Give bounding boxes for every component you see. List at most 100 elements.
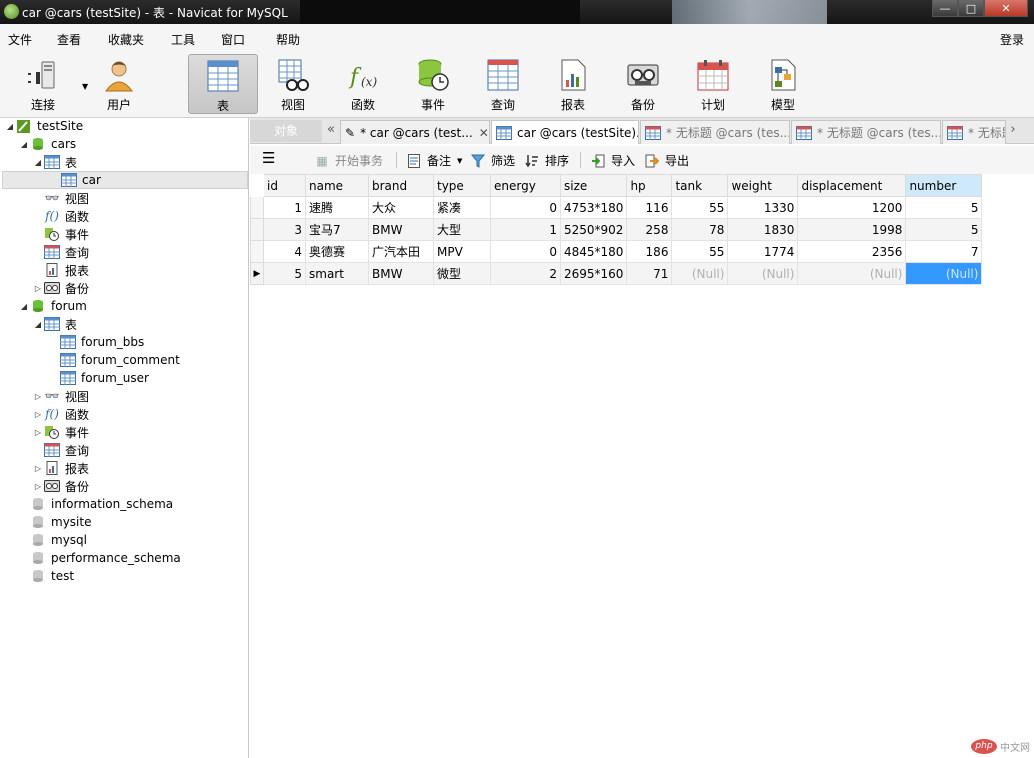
tree-cars-queries[interactable]: 查询: [44, 243, 89, 261]
column-header-size[interactable]: size: [559, 174, 628, 197]
minimize-button[interactable]: —: [932, 0, 958, 17]
tab-scroll-right-icon[interactable]: ›: [1006, 122, 1020, 140]
user-button[interactable]: 用户: [84, 54, 154, 114]
cell-tank[interactable]: 55: [671, 240, 729, 263]
import-button[interactable]: 导入: [590, 152, 635, 169]
tree-cars-views[interactable]: 👓 视图: [44, 189, 90, 207]
tree-cars-functions[interactable]: f() 函数: [44, 207, 89, 225]
cell-energy[interactable]: 2: [490, 262, 561, 285]
column-header-tank[interactable]: tank: [671, 174, 729, 197]
cell-displacement[interactable]: (Null): [797, 262, 907, 285]
cell-name[interactable]: 宝马7: [305, 218, 369, 241]
row-selector[interactable]: [250, 240, 264, 263]
schedule-button[interactable]: 计划: [678, 54, 748, 114]
tree-cars-backups[interactable]: ▷ 备份: [32, 279, 89, 297]
table-row[interactable]: ▶ 5 smart BMW 微型 2 2695*160 71 (Null) (N…: [250, 262, 983, 285]
column-header-hp[interactable]: hp: [626, 174, 673, 197]
expand-arrow-icon[interactable]: ◢: [32, 158, 44, 167]
cell-displacement[interactable]: 1998: [797, 218, 907, 241]
cell-size[interactable]: 2695*160: [559, 262, 628, 285]
column-header-brand[interactable]: brand: [368, 174, 434, 197]
column-header-type[interactable]: type: [433, 174, 491, 197]
tree-table-car[interactable]: car: [2, 171, 248, 189]
report-button[interactable]: 报表: [538, 54, 608, 114]
tab-untitled-query-2[interactable]: * 无标题 @cars (tes...: [791, 120, 941, 144]
tab-car-design[interactable]: ✎ * car @cars (test... ✕: [340, 120, 490, 144]
menu-view[interactable]: 查看: [57, 31, 81, 48]
maximize-button[interactable]: □: [958, 0, 984, 17]
tab-untitled-query-1[interactable]: * 无标题 @cars (tes...: [640, 120, 790, 144]
cell-tank[interactable]: (Null): [671, 262, 729, 285]
view-button[interactable]: 视图: [258, 54, 328, 114]
expand-arrow-icon[interactable]: ◢: [18, 302, 30, 311]
cell-size[interactable]: 4753*180: [559, 196, 628, 219]
tree-cars-tables[interactable]: ◢ 表: [32, 153, 77, 171]
query-button[interactable]: 查询: [468, 54, 538, 114]
cell-number-selected[interactable]: (Null): [905, 262, 983, 285]
cell-type[interactable]: 紧凑: [433, 196, 491, 219]
close-icon[interactable]: ✕: [479, 126, 489, 140]
menu-icon[interactable]: ☰: [262, 149, 275, 167]
column-header-name[interactable]: name: [305, 174, 369, 197]
table-row[interactable]: 1 速腾 大众 紧凑 0 4753*180 116 55 1330 1200 5: [250, 196, 983, 219]
cell-type[interactable]: 大型: [433, 218, 491, 241]
expand-arrow-icon[interactable]: ◢: [4, 122, 16, 131]
connection-button[interactable]: 连接 ▼: [8, 54, 88, 114]
cell-brand[interactable]: 广汽本田: [368, 240, 434, 263]
cell-size[interactable]: 4845*180: [559, 240, 628, 263]
cell-type[interactable]: MPV: [433, 240, 491, 263]
cell-weight[interactable]: (Null): [727, 262, 799, 285]
tab-car-data[interactable]: car @cars (testSite)...: [491, 120, 639, 144]
model-button[interactable]: 模型: [748, 54, 818, 114]
function-button[interactable]: f (x) 函数: [328, 54, 398, 114]
cell-number[interactable]: 5: [905, 196, 983, 219]
tree-connection-testsite[interactable]: ◢ testSite: [4, 117, 83, 135]
expand-arrow-icon[interactable]: ▷: [32, 482, 44, 491]
tab-untitled-query-3[interactable]: * 无标题: [942, 120, 1006, 144]
cell-id[interactable]: 1: [263, 196, 306, 219]
cell-displacement[interactable]: 1200: [797, 196, 907, 219]
cell-name[interactable]: 奥德赛: [305, 240, 369, 263]
tree-db-forum[interactable]: ◢ forum: [18, 297, 87, 315]
cell-name[interactable]: smart: [305, 262, 369, 285]
cell-hp[interactable]: 71: [626, 262, 673, 285]
menu-help[interactable]: 帮助: [276, 31, 300, 48]
table-row[interactable]: 4 奥德赛 广汽本田 MPV 0 4845*180 186 55 1774 23…: [250, 240, 983, 263]
cell-type[interactable]: 微型: [433, 262, 491, 285]
column-header-weight[interactable]: weight: [727, 174, 799, 197]
cell-number[interactable]: 7: [905, 240, 983, 263]
table-row[interactable]: 3 宝马7 BMW 大型 1 5250*902 258 78 1830 1998…: [250, 218, 983, 241]
chevron-down-icon[interactable]: ▼: [457, 157, 462, 165]
cell-energy[interactable]: 1: [490, 218, 561, 241]
cell-id[interactable]: 3: [263, 218, 306, 241]
tree-forum-events[interactable]: ▷ 事件: [32, 423, 89, 441]
cell-hp[interactable]: 116: [626, 196, 673, 219]
tab-objects[interactable]: 对象: [250, 120, 322, 142]
cell-energy[interactable]: 0: [490, 196, 561, 219]
tree-db-information-schema[interactable]: information_schema: [30, 495, 173, 513]
cell-tank[interactable]: 55: [671, 196, 729, 219]
cell-hp[interactable]: 186: [626, 240, 673, 263]
row-selector[interactable]: [250, 196, 264, 219]
tab-scroll-left-icon[interactable]: «: [324, 122, 338, 140]
backup-button[interactable]: 备份: [608, 54, 678, 114]
tree-table-forum-user[interactable]: forum_user: [60, 369, 149, 387]
menu-file[interactable]: 文件: [8, 31, 32, 48]
cell-hp[interactable]: 258: [626, 218, 673, 241]
tree-forum-backups[interactable]: ▷ 备份: [32, 477, 89, 495]
column-header-number[interactable]: number: [905, 174, 983, 197]
cell-number[interactable]: 5: [905, 218, 983, 241]
menu-tools[interactable]: 工具: [171, 31, 195, 48]
expand-arrow-icon[interactable]: ◢: [18, 140, 30, 149]
cell-weight[interactable]: 1774: [727, 240, 799, 263]
cell-weight[interactable]: 1830: [727, 218, 799, 241]
tree-cars-events[interactable]: 事件: [44, 225, 89, 243]
tree-forum-functions[interactable]: ▷ f() 函数: [32, 405, 89, 423]
export-button[interactable]: 导出: [644, 152, 689, 169]
tree-db-mysite[interactable]: mysite: [30, 513, 91, 531]
tree-db-cars[interactable]: ◢ cars: [18, 135, 76, 153]
tree-db-performance-schema[interactable]: performance_schema: [30, 549, 181, 567]
cell-energy[interactable]: 0: [490, 240, 561, 263]
cell-id[interactable]: 5: [263, 262, 306, 285]
row-selector[interactable]: [250, 218, 264, 241]
